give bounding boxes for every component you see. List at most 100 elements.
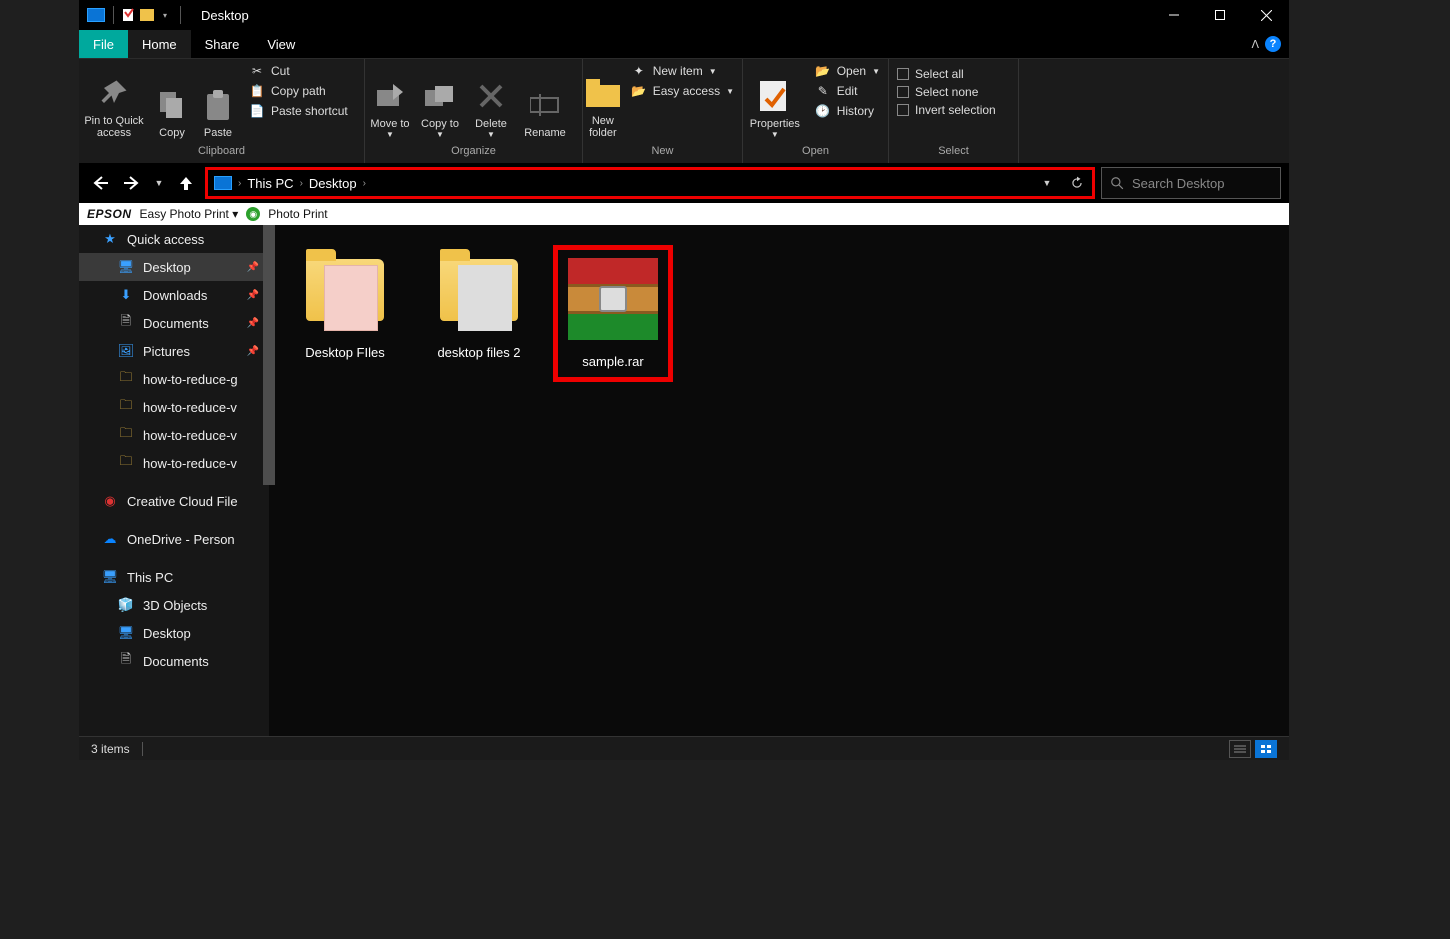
address-bar[interactable]: › This PC › Desktop ›	[208, 176, 1032, 191]
breadcrumb-thispc[interactable]: This PC	[247, 176, 293, 191]
recent-locations-button[interactable]: ▼	[151, 169, 167, 197]
group-label-clipboard: Clipboard	[79, 145, 364, 163]
navigation-row: ▼ › This PC › Desktop › ▼ Search Desktop	[79, 163, 1289, 203]
properties-icon	[760, 74, 790, 118]
select-none-button[interactable]: Select none	[897, 85, 996, 99]
ribbon: Pin to Quick access Copy Paste ✂Cut 📋Cop…	[79, 58, 1289, 163]
invert-selection-button[interactable]: Invert selection	[897, 103, 996, 117]
address-bar-highlight: › This PC › Desktop › ▼	[205, 167, 1095, 199]
sidebar-item-folder[interactable]: 🗀how-to-reduce-v	[79, 421, 269, 449]
select-all-icon	[897, 68, 909, 80]
copy-path-button[interactable]: 📋Copy path	[249, 83, 348, 99]
select-none-icon	[897, 86, 909, 98]
chevron-right-icon[interactable]: ›	[300, 178, 303, 189]
open-button[interactable]: 📂Open ▼	[815, 63, 880, 79]
file-item-rar-highlighted[interactable]: sample.rar	[553, 245, 673, 382]
new-item-button[interactable]: ✦New item ▼	[631, 63, 734, 79]
close-button[interactable]	[1243, 0, 1289, 30]
paste-shortcut-button[interactable]: 📄Paste shortcut	[249, 103, 348, 119]
sidebar-item-folder[interactable]: 🗀how-to-reduce-v	[79, 393, 269, 421]
up-button[interactable]	[173, 169, 199, 197]
file-label: desktop files 2	[437, 345, 520, 360]
search-input[interactable]: Search Desktop	[1101, 167, 1281, 199]
forward-button[interactable]	[119, 169, 145, 197]
maximize-button[interactable]	[1197, 0, 1243, 30]
sidebar-creative-cloud[interactable]: ◉Creative Cloud File	[79, 487, 269, 515]
new-folder-button[interactable]: New folder	[583, 59, 623, 145]
folder-icon: 🗀	[117, 452, 135, 474]
photo-print-button[interactable]: Photo Print	[268, 207, 327, 221]
tab-share[interactable]: Share	[191, 30, 254, 58]
details-view-button[interactable]	[1229, 740, 1251, 758]
file-label: sample.rar	[582, 354, 643, 369]
copy-path-icon: 📋	[249, 83, 265, 99]
sidebar-item-folder[interactable]: 🗀how-to-reduce-g	[79, 365, 269, 393]
qat-newfolder-icon[interactable]	[140, 8, 154, 22]
sidebar-this-pc[interactable]: 🖥This PC	[79, 563, 269, 591]
back-button[interactable]	[87, 169, 113, 197]
sidebar-item-documents2[interactable]: 🗎Documents	[79, 647, 269, 675]
easy-photo-print-button[interactable]: Easy Photo Print ▾	[140, 207, 239, 221]
minimize-button[interactable]	[1151, 0, 1197, 30]
edit-icon: ✎	[815, 83, 831, 99]
downloads-icon: ⬇	[117, 287, 135, 303]
onedrive-icon: ☁	[101, 531, 119, 547]
refresh-button[interactable]	[1062, 170, 1092, 196]
select-all-button[interactable]: Select all	[897, 67, 996, 81]
sidebar-item-documents[interactable]: 🗎Documents📌	[79, 309, 269, 337]
qat-properties-icon[interactable]	[122, 8, 136, 22]
objects-3d-icon: 🧊	[117, 597, 135, 613]
copy-icon	[158, 83, 186, 127]
chevron-right-icon[interactable]: ›	[363, 178, 366, 189]
chevron-right-icon[interactable]: ›	[238, 178, 241, 189]
help-icon[interactable]: ?	[1265, 36, 1281, 52]
divider	[113, 6, 114, 24]
move-to-button[interactable]: Move to▼	[365, 59, 415, 145]
sidebar-item-folder[interactable]: 🗀how-to-reduce-v	[79, 449, 269, 477]
properties-button[interactable]: Properties▼	[743, 59, 807, 145]
tab-home[interactable]: Home	[128, 30, 191, 58]
tab-file[interactable]: File	[79, 30, 128, 58]
easy-access-button[interactable]: 📂Easy access ▼	[631, 83, 734, 99]
title-bar: ▾ Desktop	[79, 0, 1289, 30]
sidebar-item-desktop[interactable]: 🖥Desktop📌	[79, 253, 269, 281]
easy-access-icon: 📂	[631, 83, 647, 99]
history-button[interactable]: 🕑History	[815, 103, 880, 119]
rename-button[interactable]: Rename	[517, 59, 573, 145]
pin-to-quick-access-button[interactable]: Pin to Quick access	[79, 59, 149, 145]
collapse-ribbon-icon[interactable]: ᐱ	[1251, 38, 1259, 51]
cut-button[interactable]: ✂Cut	[249, 63, 348, 79]
file-list[interactable]: Desktop FIles desktop files 2 sample.rar	[269, 225, 1289, 736]
qat-dropdown-icon[interactable]: ▾	[158, 8, 172, 22]
window-title: Desktop	[201, 8, 249, 23]
sidebar-item-desktop2[interactable]: 🖥Desktop	[79, 619, 269, 647]
navigation-pane: ★Quick access 🖥Desktop📌 ⬇Downloads📌 🗎Doc…	[79, 225, 269, 736]
edit-button[interactable]: ✎Edit	[815, 83, 880, 99]
move-to-icon	[375, 74, 405, 118]
address-history-button[interactable]: ▼	[1032, 170, 1062, 196]
thumbnails-view-button[interactable]	[1255, 740, 1277, 758]
new-folder-icon	[586, 71, 620, 115]
sidebar-quick-access[interactable]: ★Quick access	[79, 225, 269, 253]
copy-to-button[interactable]: Copy to▼	[415, 59, 465, 145]
file-explorer-window: ▾ Desktop File Home Share View ᐱ ? Pin t…	[79, 0, 1289, 760]
sidebar-onedrive[interactable]: ☁OneDrive - Person	[79, 525, 269, 553]
copy-button[interactable]: Copy	[149, 59, 195, 145]
paste-button[interactable]: Paste	[195, 59, 241, 145]
sidebar-item-pictures[interactable]: 🖼Pictures📌	[79, 337, 269, 365]
history-icon: 🕑	[815, 103, 831, 119]
tab-view[interactable]: View	[253, 30, 309, 58]
documents-icon: 🗎	[117, 312, 135, 334]
delete-icon	[479, 74, 503, 118]
paste-icon	[205, 83, 231, 127]
scrollbar-thumb[interactable]	[263, 225, 275, 485]
sidebar-item-downloads[interactable]: ⬇Downloads📌	[79, 281, 269, 309]
new-item-icon: ✦	[631, 63, 647, 79]
file-item-folder[interactable]: Desktop FIles	[285, 245, 405, 360]
status-bar: 3 items	[79, 736, 1289, 760]
group-label-select: Select	[889, 145, 1018, 163]
breadcrumb-desktop[interactable]: Desktop	[309, 176, 357, 191]
file-item-folder[interactable]: desktop files 2	[419, 245, 539, 360]
delete-button[interactable]: Delete▼	[465, 59, 517, 145]
sidebar-item-3d-objects[interactable]: 🧊3D Objects	[79, 591, 269, 619]
